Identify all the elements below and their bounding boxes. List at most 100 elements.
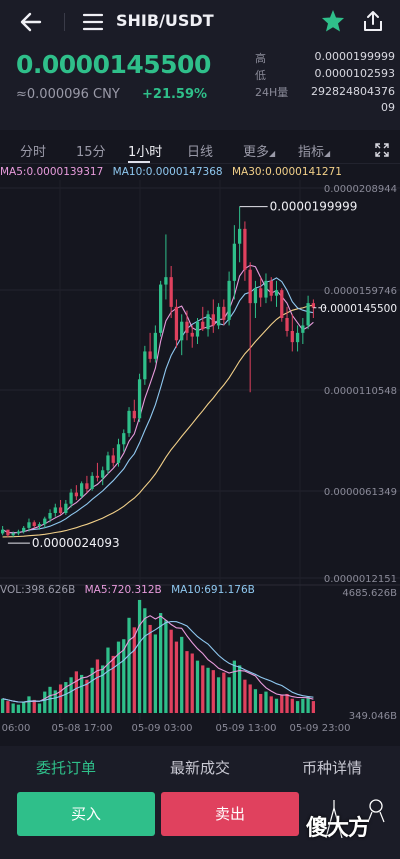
trading-pair-title[interactable]: SHIB/USDT — [116, 11, 214, 30]
ma5-value: MA5:0.0000139317 — [0, 166, 104, 178]
tab-orders[interactable]: 委托订单 — [36, 757, 96, 778]
tab-15min[interactable]: 15分 — [76, 141, 106, 160]
tab-daily[interactable]: 日线 — [187, 141, 213, 160]
volume-bar — [264, 691, 268, 713]
candle-up — [295, 332, 300, 343]
volume-bar — [280, 695, 284, 713]
volume-value: 29282480437609 — [311, 85, 395, 114]
candle-down — [174, 306, 179, 341]
volume-bar — [248, 684, 252, 713]
ma30-value: MA30:0.0000141271 — [231, 166, 342, 178]
tab-timeline[interactable]: 分时 — [20, 141, 46, 160]
price-axis-label: 0.0000012151 — [324, 574, 397, 585]
volume-bar — [6, 701, 10, 713]
volume-bar — [43, 691, 47, 713]
candlestick-chart[interactable]: 0.0000208944 0.0000159746 0.0000110548 0.00… — [0, 180, 400, 735]
candle-down — [111, 455, 115, 463]
volume-current: VOL:398.626B — [0, 584, 76, 596]
volume-bar — [216, 677, 221, 713]
volume-bar — [106, 647, 110, 713]
volume-bar — [238, 665, 242, 713]
share-icon[interactable] — [360, 8, 386, 34]
candle-up — [16, 531, 21, 534]
tab-latest-trades[interactable]: 最新成交 — [170, 757, 230, 778]
volume-bar — [227, 677, 231, 713]
candle-up — [37, 524, 42, 526]
top-bar: SHIB/USDT — [0, 0, 400, 44]
high-value: 0.0000199999 — [314, 50, 395, 63]
volume-bar — [243, 679, 247, 713]
back-arrow-icon[interactable] — [16, 8, 46, 36]
candle-up — [127, 410, 131, 434]
buy-button[interactable]: 买入 — [17, 792, 155, 836]
volume-bar — [201, 665, 205, 713]
candle-up — [253, 288, 258, 304]
volume-bar — [74, 671, 78, 713]
volume-bar — [295, 701, 300, 713]
tab-1hour[interactable]: 1小时 — [128, 141, 162, 160]
low-annotation: 0.0000024093 — [32, 536, 120, 550]
candle-up — [1, 529, 5, 534]
candle-up — [164, 277, 168, 285]
tab-indicators-label: 指标 — [298, 145, 325, 160]
dropdown-triangle-icon: ◢ — [324, 149, 331, 158]
candle-down — [58, 507, 63, 513]
volume-bar — [290, 698, 294, 713]
volume-bar — [80, 674, 84, 713]
favorite-star-icon[interactable] — [320, 8, 346, 34]
candle-up — [22, 527, 26, 532]
price-axis-label: 0.0000159746 — [324, 286, 397, 297]
time-axis-label: 05-09 03:00 — [131, 723, 192, 734]
volume-bar — [195, 660, 200, 713]
candle-down — [269, 280, 273, 296]
price-axis-label: 0.0000208944 — [324, 184, 397, 195]
volume-bar — [1, 698, 5, 713]
candle-up — [101, 470, 105, 478]
price-axis-label: 0.0000061349 — [324, 487, 397, 498]
volume-bar — [95, 659, 100, 713]
sell-button[interactable]: 卖出 — [161, 792, 299, 836]
tab-indicators[interactable]: 指标◢ — [298, 141, 330, 160]
volume-bar — [174, 641, 179, 713]
candle-down — [280, 290, 284, 318]
candle-up — [11, 533, 15, 536]
stats-panel: 高 0.0000199999 低 0.0000102593 24H量 29282… — [255, 50, 395, 118]
watermark-logo: 傻大方 — [306, 794, 394, 842]
candle-up — [264, 280, 268, 298]
candle-down — [248, 269, 252, 304]
volume-bar — [274, 698, 279, 713]
fullscreen-expand-icon[interactable] — [374, 142, 390, 158]
candle-down — [201, 321, 205, 330]
volume-bar — [159, 613, 163, 713]
tab-coin-details[interactable]: 币种详情 — [302, 757, 362, 778]
candle-up — [27, 522, 31, 528]
volume-bar — [301, 698, 305, 713]
candle-up — [64, 503, 68, 513]
volume-row: 24H量 29282480437609 — [255, 84, 395, 118]
volume-bar — [306, 696, 310, 713]
volume-bar — [116, 641, 121, 713]
interval-tabs: 分时 15分 1小时 日线 更多◢ 指标◢ — [0, 134, 400, 164]
watermark-text: 傻大方 — [306, 816, 370, 841]
tab-more[interactable]: 更多◢ — [243, 141, 275, 160]
volume-bar — [111, 655, 115, 713]
volume-bar — [211, 670, 215, 713]
candle-up — [206, 314, 210, 330]
candle-up — [306, 303, 310, 326]
volume-bar — [101, 665, 105, 713]
volume-ma10: MA10:691.176B — [171, 584, 255, 596]
candle-down — [132, 410, 136, 419]
high-label: 高 — [255, 52, 266, 65]
trade-actions: 买入 卖出 傻大方 — [0, 786, 400, 859]
ticker-summary: 0.0000145500 ≈0.000096 CNY +21.59% 高 0.0… — [0, 44, 400, 130]
candle-down — [285, 318, 289, 331]
candle-down — [259, 288, 263, 298]
price-change-percent: +21.59% — [142, 87, 208, 102]
volume-bar — [48, 686, 52, 713]
volume-bar — [190, 653, 194, 713]
divider — [64, 13, 65, 31]
menu-icon[interactable] — [82, 11, 104, 33]
volume-legend: VOL:398.626B MA5:720.312B MA10:691.176B — [0, 584, 261, 598]
candle-up — [153, 332, 157, 359]
candle-up — [80, 483, 84, 497]
